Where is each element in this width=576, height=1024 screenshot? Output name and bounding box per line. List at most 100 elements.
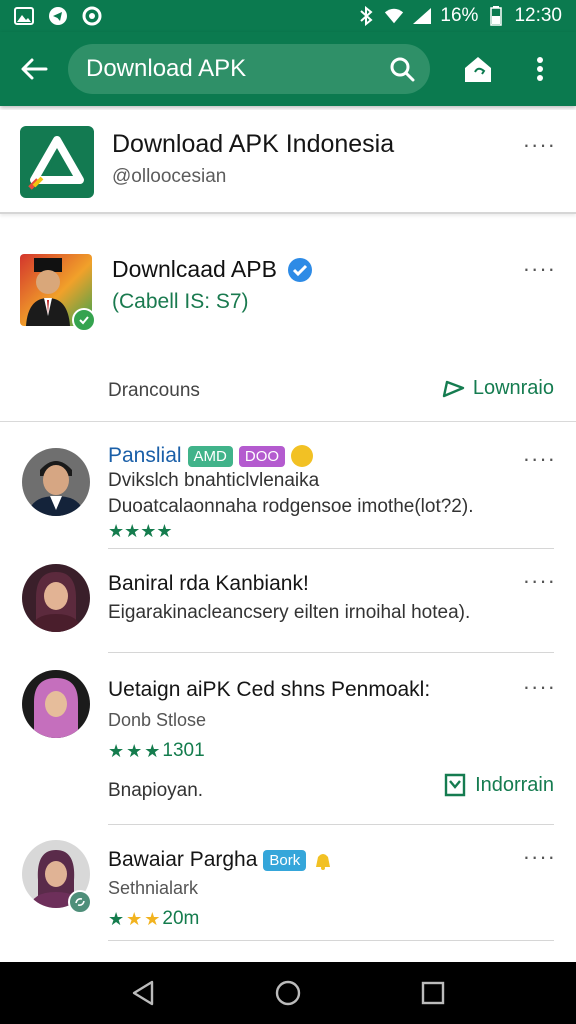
channel-header[interactable]: Download APK Indonesia @olloocesian ···· [0, 110, 576, 214]
item-title-text: Bawaiar Pargha [108, 848, 258, 871]
more-vert-icon [537, 57, 543, 81]
item-title: Baniral rda Kanbiank! [108, 572, 309, 595]
list-item[interactable]: Uetaign aiPK Ced shns Penmoakl: Donb Stl… [0, 656, 576, 826]
triangle-back-icon [132, 980, 153, 1006]
star-icon: ★ [108, 741, 125, 761]
list-item[interactable]: Baniral rda Kanbiank! Eigarakinacleancse… [0, 552, 576, 654]
star-icon: ★ [144, 741, 161, 761]
item-line: Duoatcalaonnaha rodgensoe imothe(lot?2). [108, 496, 474, 517]
list-item[interactable]: Panslial AMD DOO Dvikslch bnahticlvlenai… [0, 432, 576, 550]
item-download-label: Indorrain [475, 773, 554, 796]
back-arrow-icon [21, 58, 48, 80]
avatar-badge [68, 890, 92, 914]
featured-more-button[interactable]: ···· [523, 258, 556, 280]
battery-icon [486, 6, 506, 26]
download-box-icon [444, 773, 466, 797]
featured-download-button[interactable]: Lownraio [441, 376, 554, 400]
nav-recents-button[interactable] [413, 973, 453, 1013]
clock: 12:30 [514, 5, 562, 26]
item-download-button[interactable]: Indorrain [443, 772, 554, 798]
divider [108, 652, 554, 653]
signal-icon [412, 6, 432, 26]
list-item[interactable]: Bawaiar Pargha Bork Sethnialark ★ ★ ★ 20… [0, 830, 576, 942]
item-line: Sethnialark [108, 878, 199, 898]
rating-stars: ★ ★ ★ 1301 [108, 740, 205, 762]
avatar [22, 448, 90, 516]
featured-download-label: Lownraio [472, 376, 554, 399]
home-button[interactable] [458, 49, 498, 89]
man-avatar-icon [22, 448, 90, 516]
battery-percent: 16% [440, 5, 479, 26]
circle-home-icon [275, 980, 301, 1006]
avatar [22, 564, 90, 632]
bell-icon [316, 854, 331, 870]
search-input[interactable]: Download APK [86, 55, 388, 83]
channel-logo [20, 126, 94, 198]
featured-title-text: Downlcaad APB [112, 256, 277, 282]
record-icon [82, 6, 102, 26]
nav-home-button[interactable] [268, 973, 308, 1013]
rating-text: 20m [162, 908, 200, 929]
channel-more-button[interactable]: ···· [523, 134, 556, 156]
tag-badge: DOO [238, 445, 286, 467]
channel-name: Download APK Indonesia [112, 130, 395, 158]
item-line: Donb Stlose [108, 710, 207, 730]
status-bar: 16% 12:30 [0, 0, 576, 32]
system-nav-bar [0, 962, 576, 1024]
square-recents-icon [422, 981, 445, 1005]
item-title: Uetaign aiPK Ced shns Penmoakl: [108, 678, 431, 701]
woman-avatar-icon [22, 564, 90, 632]
divider [108, 940, 554, 941]
bluetooth-icon [356, 6, 376, 26]
search-bar[interactable]: Download APK [68, 44, 430, 94]
share-icon [442, 380, 465, 398]
featured-post[interactable]: Downlcaad APB (Cabell IS: S7) ···· Dranc… [0, 232, 576, 422]
rating-text: 1301 [162, 740, 205, 761]
apk-logo-icon [28, 136, 84, 190]
featured-check-badge [72, 308, 96, 332]
avatar [22, 670, 90, 738]
item-title: Bawaiar Pargha Bork [108, 848, 334, 872]
divider [108, 548, 554, 549]
divider [108, 824, 554, 825]
star-icon: ★ [126, 741, 143, 761]
nav-back-button[interactable] [123, 973, 163, 1013]
item-more-button[interactable]: ···· [523, 676, 556, 698]
emoji-icon [291, 445, 314, 467]
item-line: Eigarakinacleancsery eilten irnoihal hot… [108, 602, 471, 623]
gallery-icon [14, 6, 34, 26]
item-more-button[interactable]: ···· [523, 846, 556, 868]
star-icon: ★ [108, 909, 125, 929]
status-left [14, 6, 102, 26]
channel-handle: @olloocesian [112, 166, 227, 187]
app-bar: Download APK [0, 32, 576, 106]
overflow-menu-button[interactable] [528, 49, 552, 89]
refresh-icon [75, 898, 85, 906]
telegram-icon [48, 6, 68, 26]
tag-badge: Bork [263, 849, 307, 871]
home-icon [465, 57, 491, 82]
wifi-icon [384, 6, 404, 26]
item-more-button[interactable]: ···· [523, 448, 556, 470]
check-icon [79, 316, 89, 325]
rating-stars: ★ ★ ★ 20m [108, 908, 199, 930]
status-right: 16% 12:30 [356, 5, 562, 27]
woman-hijab-avatar-icon [22, 670, 90, 738]
featured-subtitle: (Cabell IS: S7) [112, 290, 249, 313]
rating-stars: ★★★★ [108, 522, 173, 540]
search-icon[interactable] [388, 55, 416, 83]
item-title: Panslial AMD DOO [108, 444, 314, 468]
star-icon: ★ [144, 909, 161, 929]
item-footer-label: Bnapioyan. [108, 780, 204, 801]
verified-icon [287, 257, 312, 282]
star-rating: ★★★★ [108, 521, 173, 541]
star-icon: ★ [126, 909, 143, 929]
item-more-button[interactable]: ···· [523, 570, 556, 592]
app-screen: 16% 12:30 Download APK Download APK Indo… [0, 0, 576, 1024]
featured-title: Downlcaad APB [112, 256, 313, 283]
back-button[interactable] [12, 47, 56, 91]
item-line: Dvikslch bnahticlvlenaika [108, 470, 320, 491]
item-title-text: Panslial [108, 444, 182, 467]
tag-badge: AMD [187, 445, 233, 467]
featured-left-label: Drancouns [108, 380, 200, 401]
